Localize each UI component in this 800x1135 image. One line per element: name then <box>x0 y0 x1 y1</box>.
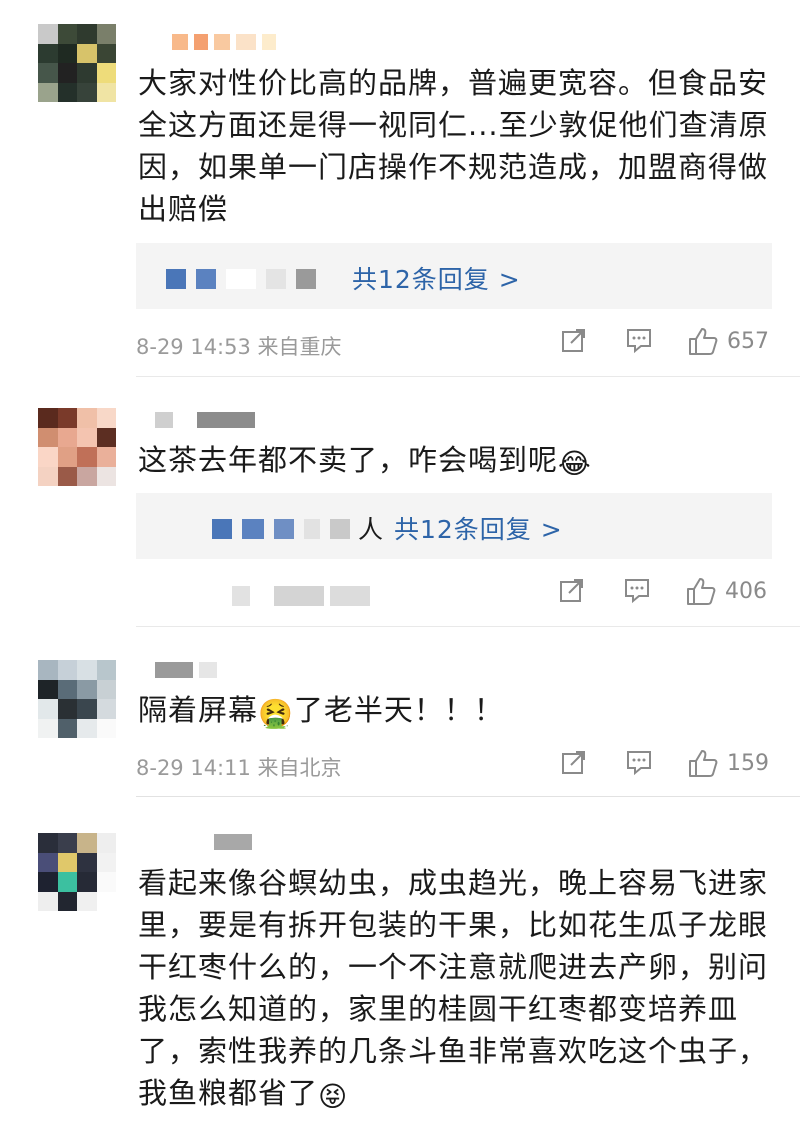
comment-time: 8-29 14:53 <box>136 335 251 359</box>
replies-box[interactable]: 共12条回复 > <box>136 243 772 309</box>
like-button[interactable]: 406 <box>685 576 767 606</box>
replier-names-blurred <box>212 519 350 539</box>
comment-location: 来自北京 <box>257 756 342 780</box>
comment-meta: 8-29 14:11 来自北京 <box>136 752 342 782</box>
comment-text: 大家对性价比高的品牌，普遍更宽容。但食品安全这方面还是得一视同仁...至少敦促他… <box>138 66 769 226</box>
avatar[interactable] <box>38 660 116 738</box>
reply-prefix-text: 人 <box>358 515 385 544</box>
comment-item: 隔着屏幕🤮了老半天！！！ 8-29 14:11 来自北京 159 <box>0 630 800 800</box>
like-button[interactable]: 159 <box>687 748 769 778</box>
view-replies-link[interactable]: 共12条回复 > <box>352 260 521 296</box>
like-icon <box>687 326 719 356</box>
comment-text: 看起来像谷螟幼虫，成虫趋光，晚上容易飞进家里，要是有拆开包装的干果，比如花生瓜子… <box>138 862 778 1114</box>
tongue-out-emoji: 😝 <box>318 1080 349 1113</box>
share-icon <box>560 748 588 776</box>
like-count: 657 <box>727 328 769 354</box>
comment-text: 这茶去年都不卖了，咋会喝到呢😂 <box>138 439 778 481</box>
comment-actions: 406 <box>555 576 775 610</box>
comment-icon <box>623 576 651 604</box>
username-blurred[interactable] <box>214 834 252 850</box>
like-button[interactable]: 657 <box>687 326 769 356</box>
comment-actions: 657 <box>555 326 775 360</box>
share-icon <box>558 576 586 604</box>
share-icon <box>560 326 588 354</box>
comment-meta: 8-29 14:53 来自重庆 <box>136 331 342 361</box>
share-button[interactable] <box>560 748 588 776</box>
comment-item: 看起来像谷螟幼虫，成虫趋光，晚上容易飞进家里，要是有拆开包装的干果，比如花生瓜子… <box>0 800 800 1135</box>
comment-icon <box>625 748 653 776</box>
comment-text-tail: 了老半天！！！ <box>293 693 504 727</box>
like-icon <box>685 576 717 606</box>
reply-button[interactable] <box>625 748 653 776</box>
share-button[interactable] <box>560 326 588 354</box>
username-blurred[interactable] <box>155 412 255 428</box>
divider <box>136 796 800 797</box>
comment-item: 这茶去年都不卖了，咋会喝到呢😂 人 共12条回复 > 406 <box>0 380 800 630</box>
comment-text: 隔着屏幕🤮了老半天！！！ <box>138 689 778 731</box>
share-button[interactable] <box>558 576 586 604</box>
reply-button[interactable] <box>625 326 653 354</box>
comment-time: 8-29 14:11 <box>136 756 251 780</box>
view-replies-link[interactable]: 共12条回复 > <box>394 510 563 546</box>
replier-names-blurred <box>166 269 316 289</box>
like-count: 159 <box>727 750 769 776</box>
vomiting-emoji: 🤮 <box>258 697 294 730</box>
comment-text-body: 隔着屏幕 <box>138 693 259 727</box>
meta-blurred <box>232 586 370 606</box>
comment-text-body: 看起来像谷螟幼虫，成虫趋光，晚上容易飞进家里，要是有拆开包装的干果，比如花生瓜子… <box>138 866 769 1110</box>
comment-item: 大家对性价比高的品牌，普遍更宽容。但食品安全这方面还是得一视同仁...至少敦促他… <box>0 0 800 380</box>
divider <box>136 376 800 377</box>
laughing-crying-emoji: 😂 <box>558 447 592 480</box>
username-blurred[interactable] <box>172 34 276 50</box>
like-count: 406 <box>725 578 767 604</box>
comment-location: 来自重庆 <box>257 335 342 359</box>
avatar[interactable] <box>38 833 116 911</box>
comment-icon <box>625 326 653 354</box>
comment-actions: 159 <box>555 748 775 782</box>
username-blurred[interactable] <box>155 662 217 678</box>
like-icon <box>687 748 719 778</box>
reply-button[interactable] <box>623 576 651 604</box>
comment-text-body: 这茶去年都不卖了，咋会喝到呢 <box>138 443 559 477</box>
replies-box[interactable]: 人 共12条回复 > <box>136 493 772 559</box>
avatar[interactable] <box>38 24 116 102</box>
avatar[interactable] <box>38 408 116 486</box>
divider <box>136 626 800 627</box>
